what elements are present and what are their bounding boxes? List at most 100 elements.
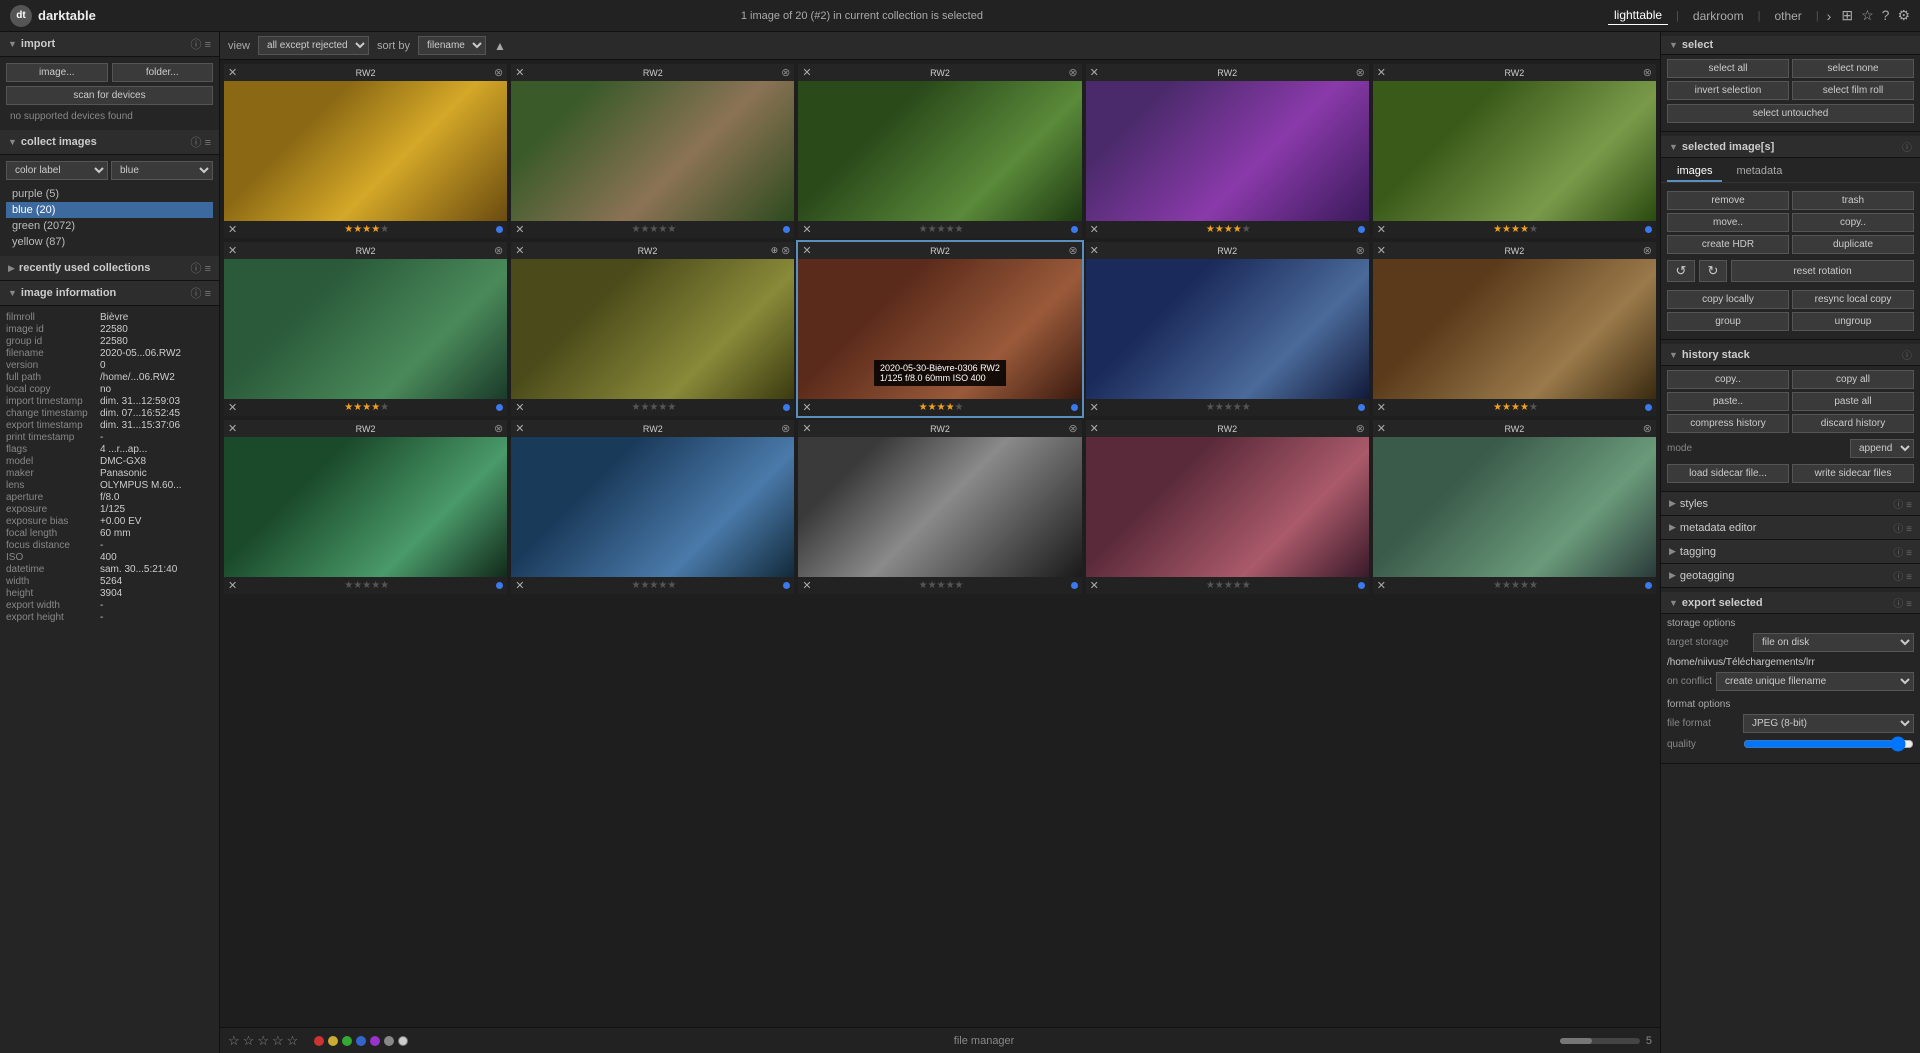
nav-darkroom[interactable]: darkroom: [1687, 7, 1750, 25]
load-sidecar-button[interactable]: load sidecar file...: [1667, 464, 1789, 483]
img-discard-icon[interactable]: ⊗: [1068, 244, 1077, 257]
star-rating[interactable]: ★★★★★: [1493, 580, 1538, 591]
tab-metadata[interactable]: metadata: [1726, 162, 1792, 182]
img-reject-button[interactable]: ✕: [1377, 66, 1386, 79]
image-cell-12[interactable]: ✕RW2⊗✕★★★★★: [511, 420, 794, 594]
reject-icon[interactable]: ✕: [228, 579, 237, 592]
copy-button[interactable]: copy..: [1792, 213, 1914, 232]
image-cell-5[interactable]: ✕RW2⊗✕★★★★★: [1373, 64, 1656, 238]
reject-icon[interactable]: ✕: [802, 401, 811, 414]
img-reject-button[interactable]: ✕: [1090, 422, 1099, 435]
imageinfo-section-header[interactable]: ▼ image information ⓘ ≡: [0, 281, 219, 306]
reject-icon[interactable]: ✕: [515, 223, 524, 236]
filter-select[interactable]: all except rejected: [258, 36, 369, 55]
img-discard-icon[interactable]: ⊗: [781, 422, 790, 435]
reject-icon[interactable]: ✕: [1090, 579, 1099, 592]
star-2-btn[interactable]: ☆: [257, 1033, 269, 1049]
img-reject-button[interactable]: ✕: [515, 422, 524, 435]
reject-icon[interactable]: ✕: [515, 579, 524, 592]
discard-history-button[interactable]: discard history: [1792, 414, 1914, 433]
img-discard-icon[interactable]: ⊗: [1643, 244, 1652, 257]
image-cell-13[interactable]: ✕RW2⊗✕★★★★★: [798, 420, 1081, 594]
folder-import-button[interactable]: folder...: [112, 63, 214, 82]
paste-all-button[interactable]: paste all: [1792, 392, 1914, 411]
compress-history-button[interactable]: compress history: [1667, 414, 1789, 433]
copy-hist-button[interactable]: copy..: [1667, 370, 1789, 389]
tab-images[interactable]: images: [1667, 162, 1722, 182]
undo-button[interactable]: ↺: [1667, 260, 1695, 282]
star-0-btn[interactable]: ☆: [228, 1033, 240, 1049]
image-cell-3[interactable]: ✕RW2⊗✕★★★★★: [798, 64, 1081, 238]
filter-purple-dot[interactable]: [370, 1036, 380, 1046]
paste-button[interactable]: paste..: [1667, 392, 1789, 411]
star-rating[interactable]: ★★★★★: [631, 402, 676, 413]
star-icon[interactable]: ☆: [1861, 7, 1874, 24]
filter-gray-dot[interactable]: [384, 1036, 394, 1046]
tagging-header[interactable]: ▶ tagging ⓘ ≡: [1661, 540, 1920, 563]
metadata-header[interactable]: ▶ metadata editor ⓘ ≡: [1661, 516, 1920, 539]
create-hdr-button[interactable]: create HDR: [1667, 235, 1789, 254]
img-discard-icon[interactable]: ⊗: [494, 244, 503, 257]
img-discard-icon[interactable]: ⊗: [1643, 422, 1652, 435]
img-reject-button[interactable]: ✕: [802, 244, 811, 257]
import-section-header[interactable]: ▼ import ⓘ ≡: [0, 32, 219, 57]
write-sidecar-button[interactable]: write sidecar files: [1792, 464, 1914, 483]
img-reject-button[interactable]: ✕: [228, 244, 237, 257]
reject-icon[interactable]: ✕: [228, 401, 237, 414]
geotagging-header[interactable]: ▶ geotagging ⓘ ≡: [1661, 564, 1920, 587]
reject-icon[interactable]: ✕: [228, 223, 237, 236]
image-cell-6[interactable]: ✕RW2⊗✕★★★★★: [224, 242, 507, 416]
file-format-select[interactable]: JPEG (8-bit): [1743, 714, 1914, 733]
img-reject-button[interactable]: ✕: [228, 66, 237, 79]
reject-icon[interactable]: ✕: [515, 401, 524, 414]
remove-button[interactable]: remove: [1667, 191, 1789, 210]
group-button[interactable]: group: [1667, 312, 1789, 331]
star-1-btn[interactable]: ☆: [243, 1033, 255, 1049]
select-none-button[interactable]: select none: [1792, 59, 1914, 78]
reset-rotation-button[interactable]: reset rotation: [1731, 260, 1914, 282]
img-reject-button[interactable]: ✕: [1377, 422, 1386, 435]
image-cell-10[interactable]: ✕RW2⊗✕★★★★★: [1373, 242, 1656, 416]
filter-blue-dot[interactable]: [356, 1036, 366, 1046]
filter-yellow-dot[interactable]: [328, 1036, 338, 1046]
img-discard-icon[interactable]: ⊗: [494, 422, 503, 435]
star-4-btn[interactable]: ☆: [287, 1033, 299, 1049]
image-cell-4[interactable]: ✕RW2⊗✕★★★★★: [1086, 64, 1369, 238]
nav-lighttable[interactable]: lighttable: [1608, 6, 1668, 25]
color-item-green[interactable]: green (2072): [6, 218, 213, 234]
star-rating[interactable]: ★★★★★: [344, 224, 389, 235]
select-untouched-button[interactable]: select untouched: [1667, 104, 1914, 123]
redo-button[interactable]: ↻: [1699, 260, 1727, 282]
target-storage-select[interactable]: file on disk: [1753, 633, 1914, 652]
move-button[interactable]: move..: [1667, 213, 1789, 232]
trash-button[interactable]: trash: [1792, 191, 1914, 210]
mode-select[interactable]: append: [1850, 439, 1914, 458]
zoom-bar[interactable]: [1560, 1038, 1640, 1044]
grid-icon[interactable]: ⊞: [1841, 7, 1853, 24]
img-reject-button[interactable]: ✕: [802, 66, 811, 79]
collect-section-header[interactable]: ▼ collect images ⓘ ≡: [0, 130, 219, 155]
img-reject-button[interactable]: ✕: [802, 422, 811, 435]
img-discard-icon[interactable]: ⊗: [1356, 244, 1365, 257]
duplicate-button[interactable]: duplicate: [1792, 235, 1914, 254]
scan-devices-button[interactable]: scan for devices: [6, 86, 213, 105]
img-discard-icon[interactable]: ⊗: [1068, 422, 1077, 435]
filter-red-dot[interactable]: [314, 1036, 324, 1046]
img-reject-button[interactable]: ✕: [1377, 244, 1386, 257]
styles-header[interactable]: ▶ styles ⓘ ≡: [1661, 492, 1920, 515]
img-discard-icon[interactable]: ⊗: [1643, 66, 1652, 79]
reject-icon[interactable]: ✕: [1377, 223, 1386, 236]
img-discard-icon[interactable]: ⊗: [781, 244, 790, 257]
color-value-select[interactable]: blue: [111, 161, 213, 180]
star-rating[interactable]: ★★★★★: [1493, 402, 1538, 413]
reject-icon[interactable]: ✕: [802, 579, 811, 592]
copy-all-button[interactable]: copy all: [1792, 370, 1914, 389]
color-item-yellow[interactable]: yellow (87): [6, 234, 213, 250]
image-import-button[interactable]: image...: [6, 63, 108, 82]
reject-icon[interactable]: ✕: [1090, 223, 1099, 236]
image-cell-2[interactable]: ✕RW2⊗✕★★★★★: [511, 64, 794, 238]
img-discard-icon[interactable]: ⊗: [1356, 66, 1365, 79]
star-rating[interactable]: ★★★★★: [919, 580, 964, 591]
img-discard-icon[interactable]: ⊗: [1356, 422, 1365, 435]
select-film-roll-button[interactable]: select film roll: [1792, 81, 1914, 100]
